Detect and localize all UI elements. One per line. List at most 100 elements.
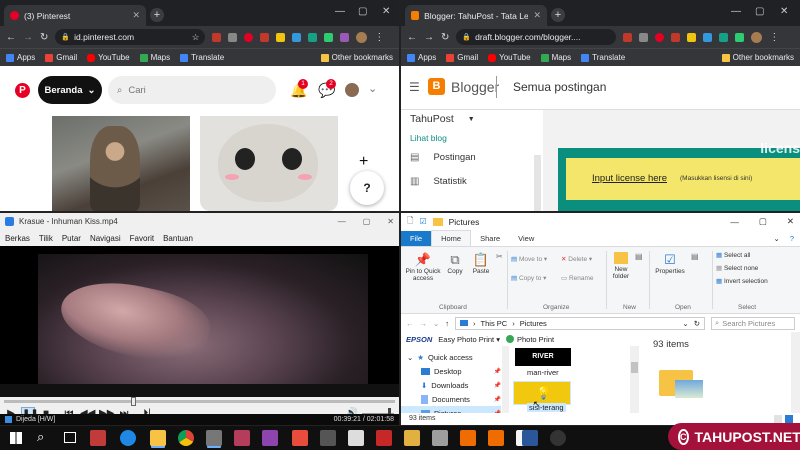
app-icon[interactable]: [550, 430, 566, 446]
nav-item-postingan[interactable]: ▤ Postingan: [410, 152, 476, 163]
nav-item-statistik[interactable]: ▥ Statistik: [410, 176, 467, 187]
extension-icon[interactable]: [308, 32, 318, 42]
file-label-man-river[interactable]: man-river: [527, 368, 559, 377]
details-view-icon[interactable]: [774, 415, 782, 423]
copy-to-button[interactable]: ▤ Copy to ▾: [511, 274, 546, 282]
minimize-icon[interactable]: —: [731, 6, 741, 17]
store-icon[interactable]: [90, 430, 106, 446]
extension-icon[interactable]: [703, 32, 713, 42]
app-icon[interactable]: [460, 430, 476, 446]
close-window-icon[interactable]: ✕: [787, 216, 794, 227]
search-icon[interactable]: ⌕: [37, 429, 44, 445]
bookmark-other[interactable]: Other bookmarks: [721, 53, 794, 62]
extension-icon[interactable]: [671, 32, 681, 42]
search-input[interactable]: ⌕ Cari: [108, 76, 276, 104]
help-icon[interactable]: ?: [784, 231, 800, 246]
extension-icon[interactable]: [639, 32, 649, 42]
forward-icon[interactable]: →: [420, 319, 428, 328]
add-pin-icon[interactable]: +: [359, 153, 368, 171]
menu-putar[interactable]: Putar: [62, 234, 81, 243]
address-bar[interactable]: 🔒 draft.blogger.com/blogger....: [456, 29, 617, 45]
extension-icon[interactable]: [687, 32, 697, 42]
nav-desktop[interactable]: Desktop 📌: [401, 364, 501, 378]
maximize-icon[interactable]: ▢: [759, 216, 767, 227]
bookmark-youtube[interactable]: YouTube: [87, 53, 130, 62]
app-icon[interactable]: [488, 430, 504, 446]
back-icon[interactable]: ←: [6, 32, 16, 43]
select-all-button[interactable]: ▦ Select all: [716, 251, 750, 259]
details-scrollbar[interactable]: [791, 332, 800, 413]
save-icon[interactable]: 🗋: [407, 215, 413, 229]
close-window-icon[interactable]: ✕: [387, 217, 394, 226]
extension-icon[interactable]: [260, 32, 270, 42]
extension-icon[interactable]: [719, 32, 729, 42]
extension-icon[interactable]: [276, 32, 286, 42]
bookmark-translate[interactable]: Translate: [180, 53, 224, 62]
nav-downloads[interactable]: ⬇ Downloads 📌: [401, 378, 501, 392]
nav-documents[interactable]: Documents 📌: [401, 392, 501, 406]
thumbnail-man-river[interactable]: RIVER: [515, 348, 571, 366]
seek-handle[interactable]: [131, 397, 137, 406]
avatar[interactable]: [751, 31, 763, 43]
photo-print-button[interactable]: Photo Print: [506, 335, 554, 344]
search-input[interactable]: ⌕ Search Pictures: [711, 316, 795, 330]
new-item-icon[interactable]: ▤: [635, 252, 643, 261]
app-icon[interactable]: [348, 430, 364, 446]
close-tab-icon[interactable]: ✕: [533, 10, 541, 21]
extension-icon[interactable]: [340, 32, 350, 42]
nav-scrollbar[interactable]: [502, 346, 509, 413]
breadcrumb-this-pc[interactable]: This PC: [481, 319, 508, 328]
tab-blogger[interactable]: Blogger: TahuPost - Tata Letak ✕: [405, 5, 547, 26]
copy-button[interactable]: ⧉ Copy: [443, 252, 467, 275]
avatar[interactable]: [356, 31, 368, 43]
bookmark-translate[interactable]: Translate: [581, 53, 625, 62]
check-icon[interactable]: ☑: [419, 217, 426, 226]
forward-icon[interactable]: →: [424, 32, 434, 43]
bookmark-apps[interactable]: Apps: [6, 53, 35, 62]
chevron-down-icon[interactable]: ⌄: [368, 82, 377, 95]
scroll-thumb[interactable]: [631, 362, 638, 373]
chevron-down-icon[interactable]: ⌄: [682, 319, 688, 328]
back-icon[interactable]: ←: [406, 319, 414, 328]
sidebar-scrollbar[interactable]: [534, 155, 541, 211]
tab-pinterest[interactable]: (3) Pinterest ✕: [4, 5, 146, 26]
bookmark-youtube[interactable]: YouTube: [488, 53, 531, 62]
app-icon[interactable]: [320, 430, 336, 446]
blog-selector[interactable]: TahuPost ▼: [410, 113, 475, 125]
seek-bar[interactable]: [4, 397, 395, 406]
edge-icon[interactable]: [120, 430, 136, 446]
video-frame[interactable]: [0, 246, 399, 384]
help-button[interactable]: ?: [350, 171, 384, 205]
properties-button[interactable]: ☑ Properties: [653, 252, 687, 275]
bookmark-gmail[interactable]: Gmail: [45, 53, 77, 62]
word-icon[interactable]: [522, 430, 538, 446]
license-link[interactable]: Input license here: [592, 173, 667, 184]
maximize-icon[interactable]: ▢: [358, 6, 367, 17]
home-button[interactable]: Beranda ⌄: [38, 76, 102, 104]
windows-start-icon[interactable]: [10, 432, 22, 444]
maximize-icon[interactable]: ▢: [363, 217, 371, 226]
close-tab-icon[interactable]: ✕: [132, 10, 140, 21]
chevron-down-icon[interactable]: ⌄: [770, 231, 784, 246]
address-bar[interactable]: 🔒 id.pinterest.com ☆: [55, 29, 206, 45]
open-icon[interactable]: ▤: [691, 252, 699, 261]
new-folder-button[interactable]: New folder: [609, 252, 633, 280]
file-explorer-icon[interactable]: [150, 430, 166, 446]
star-icon[interactable]: ☆: [192, 32, 200, 43]
extension-icon[interactable]: [212, 32, 222, 42]
cut-icon[interactable]: ✂: [496, 252, 503, 261]
view-blog-link[interactable]: Lihat blog: [410, 133, 447, 143]
breadcrumb-pictures[interactable]: Pictures: [520, 319, 547, 328]
back-icon[interactable]: ←: [407, 32, 417, 43]
extension-icon[interactable]: [244, 32, 254, 42]
app-icon[interactable]: [234, 430, 250, 446]
file-list-scrollbar[interactable]: [630, 346, 639, 413]
select-none-button[interactable]: ▦ Select none: [716, 264, 758, 272]
pinterest-logo-icon[interactable]: P: [15, 83, 30, 98]
extension-icon[interactable]: [228, 32, 238, 42]
avatar[interactable]: [345, 83, 359, 97]
extension-icon[interactable]: [324, 32, 334, 42]
bookmark-apps[interactable]: Apps: [407, 53, 436, 62]
minimize-icon[interactable]: —: [338, 217, 346, 226]
extension-icon[interactable]: [735, 32, 745, 42]
